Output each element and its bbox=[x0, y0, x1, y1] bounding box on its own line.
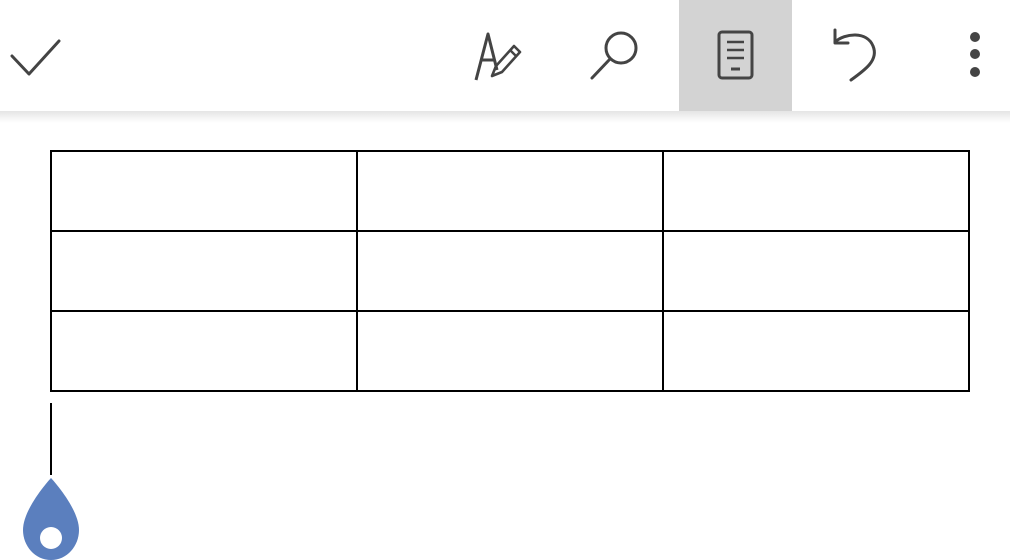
spelling-pen-icon bbox=[474, 32, 522, 80]
table-cell[interactable] bbox=[662, 150, 970, 232]
table-cell[interactable] bbox=[662, 310, 970, 392]
table-cell[interactable] bbox=[356, 150, 664, 232]
checkmark-icon bbox=[10, 39, 61, 75]
more-vertical-icon bbox=[970, 31, 980, 77]
done-button[interactable] bbox=[0, 0, 70, 111]
text-cursor bbox=[50, 403, 52, 475]
table-cell[interactable] bbox=[50, 310, 358, 392]
undo-button[interactable] bbox=[815, 0, 895, 111]
cursor-handle[interactable] bbox=[23, 478, 79, 560]
table-row bbox=[50, 230, 970, 312]
top-toolbar bbox=[0, 0, 1010, 111]
table-row bbox=[50, 310, 970, 392]
undo-icon bbox=[833, 28, 876, 81]
table-cell[interactable] bbox=[356, 230, 664, 312]
find-button[interactable] bbox=[575, 0, 655, 111]
search-icon bbox=[590, 31, 638, 79]
table-cell[interactable] bbox=[50, 230, 358, 312]
table-cell[interactable] bbox=[50, 150, 358, 232]
document-table bbox=[50, 150, 970, 392]
more-options-button[interactable] bbox=[945, 0, 1005, 111]
table-row bbox=[50, 150, 970, 232]
toolbar-shadow bbox=[0, 111, 1010, 123]
mobile-view-button[interactable] bbox=[679, 0, 792, 111]
table-cell[interactable] bbox=[662, 230, 970, 312]
proofing-button[interactable] bbox=[458, 0, 538, 111]
mobile-view-icon bbox=[717, 30, 753, 79]
table-cell[interactable] bbox=[356, 310, 664, 392]
